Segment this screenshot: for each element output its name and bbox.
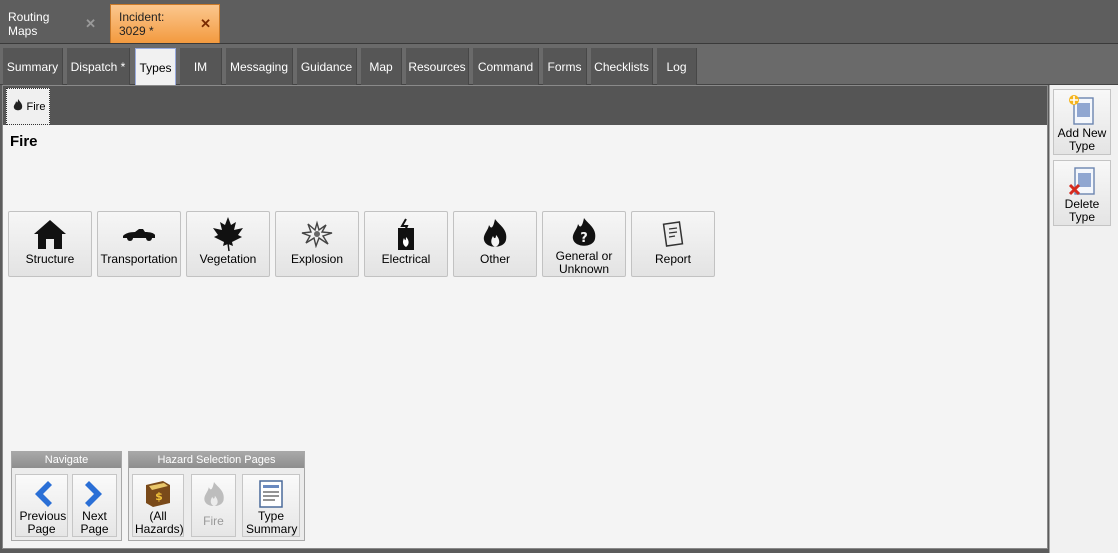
type-electrical-button[interactable]: Electrical xyxy=(364,211,448,277)
report-icon xyxy=(661,215,685,253)
type-report-button[interactable]: Report xyxy=(631,211,715,277)
tab-label: Map xyxy=(369,59,393,74)
type-label: Electrical xyxy=(381,252,431,266)
type-label: Other xyxy=(479,252,510,266)
tab-label: Log xyxy=(666,59,687,74)
type-label: Structure xyxy=(25,252,75,266)
car-icon xyxy=(121,215,157,253)
add-document-icon xyxy=(1068,93,1096,127)
sub-tab-fire[interactable]: Fire xyxy=(6,88,50,125)
main-tab-bar: Summary Dispatch * Types IM Messaging Gu… xyxy=(0,44,1118,86)
flame-icon xyxy=(480,215,510,253)
chevron-left-icon xyxy=(30,478,54,510)
summary-document-icon xyxy=(257,478,285,510)
fire-page-button[interactable]: Fire xyxy=(191,474,236,537)
tab-summary[interactable]: Summary xyxy=(3,48,63,85)
previous-page-button[interactable]: Previous Page xyxy=(15,474,68,537)
explosion-icon xyxy=(300,215,334,253)
tab-im[interactable]: IM xyxy=(180,48,222,85)
tab-label: Dispatch * xyxy=(70,59,126,74)
type-summary-button[interactable]: Type Summary xyxy=(242,474,300,537)
tab-label: Command xyxy=(477,59,534,74)
document-tab-bar: Routing Maps ✕ Incident: 3029 * ✕ xyxy=(0,0,1118,44)
type-transportation-button[interactable]: Transportation xyxy=(97,211,181,277)
electrical-fire-icon xyxy=(393,215,419,253)
hazard-selection-group: Hazard Selection Pages $ (All Hazards) F… xyxy=(128,451,305,541)
delete-type-button[interactable]: Delete Type xyxy=(1053,160,1111,226)
type-label: Transportation xyxy=(100,252,178,266)
tab-checklists[interactable]: Checklists xyxy=(591,48,653,85)
type-label: General or Unknown xyxy=(555,249,613,276)
button-label: Previous Page xyxy=(19,509,67,536)
tab-label: Messaging xyxy=(229,59,289,74)
group-title: Navigate xyxy=(12,452,121,468)
delete-document-icon xyxy=(1068,164,1096,198)
svg-text:?: ? xyxy=(580,231,588,246)
chevron-right-icon xyxy=(83,478,107,510)
tab-label: Checklists xyxy=(594,59,649,74)
house-icon xyxy=(33,215,67,253)
doc-tab-label: Routing Maps xyxy=(8,9,50,38)
tab-label: Resources xyxy=(408,59,466,74)
tab-guidance[interactable]: Guidance xyxy=(297,48,357,85)
type-other-button[interactable]: Other xyxy=(453,211,537,277)
add-new-type-button[interactable]: Add New Type xyxy=(1053,89,1111,155)
tab-label: Forms xyxy=(547,59,582,74)
tab-types[interactable]: Types xyxy=(135,48,176,86)
type-explosion-button[interactable]: Explosion xyxy=(275,211,359,277)
navigate-group: Navigate Previous Page Next Page xyxy=(11,451,122,541)
tab-command[interactable]: Command xyxy=(473,48,539,85)
hazard-tab-bar: Fire xyxy=(3,86,1047,125)
tab-resources[interactable]: Resources xyxy=(406,48,469,85)
type-vegetation-button[interactable]: Vegetation xyxy=(186,211,270,277)
next-page-button[interactable]: Next Page xyxy=(72,474,117,537)
button-label: Type Summary xyxy=(246,509,298,536)
group-title: Hazard Selection Pages xyxy=(129,452,304,468)
tab-label: IM xyxy=(193,59,208,74)
tab-label: Guidance xyxy=(300,59,353,74)
doc-tab-label: Incident: 3029 * xyxy=(119,10,165,38)
tab-label: Types xyxy=(139,60,172,75)
doc-tab-routing-maps[interactable]: Routing Maps ✕ xyxy=(0,4,104,43)
type-actions-panel: Add New Type Delete Type xyxy=(1049,85,1118,553)
close-icon[interactable]: ✕ xyxy=(200,16,211,32)
types-content-panel: Fire Fire Structure Transportation Veget… xyxy=(2,85,1048,549)
all-hazards-button[interactable]: $ (All Hazards) xyxy=(132,474,184,537)
tab-map[interactable]: Map xyxy=(361,48,402,85)
page-title: Fire xyxy=(10,133,38,150)
unknown-fire-icon: ? xyxy=(569,215,599,250)
type-label: Report xyxy=(654,252,692,266)
type-label: Explosion xyxy=(290,252,344,266)
doc-tab-incident[interactable]: Incident: 3029 * ✕ xyxy=(110,4,220,43)
button-label: (All Hazards) xyxy=(135,509,184,536)
tab-label: Summary xyxy=(6,59,59,74)
type-general-unknown-button[interactable]: ? General or Unknown xyxy=(542,211,626,277)
svg-text:$: $ xyxy=(155,490,163,503)
tab-dispatch[interactable]: Dispatch * xyxy=(67,48,130,85)
sub-tab-label: Fire xyxy=(26,100,46,113)
book-icon: $ xyxy=(143,478,173,510)
button-label: Add New Type xyxy=(1057,126,1107,153)
button-label: Delete Type xyxy=(1064,197,1100,224)
button-label: Fire xyxy=(203,514,224,528)
type-structure-button[interactable]: Structure xyxy=(8,211,92,277)
tab-log[interactable]: Log xyxy=(657,48,697,85)
tab-forms[interactable]: Forms xyxy=(543,48,587,85)
maple-leaf-icon xyxy=(211,215,245,253)
tab-messaging[interactable]: Messaging xyxy=(226,48,293,85)
close-icon[interactable]: ✕ xyxy=(85,16,96,32)
flame-icon xyxy=(11,98,25,115)
flame-icon xyxy=(201,478,227,512)
type-label: Vegetation xyxy=(199,252,257,266)
button-label: Next Page xyxy=(80,509,109,536)
